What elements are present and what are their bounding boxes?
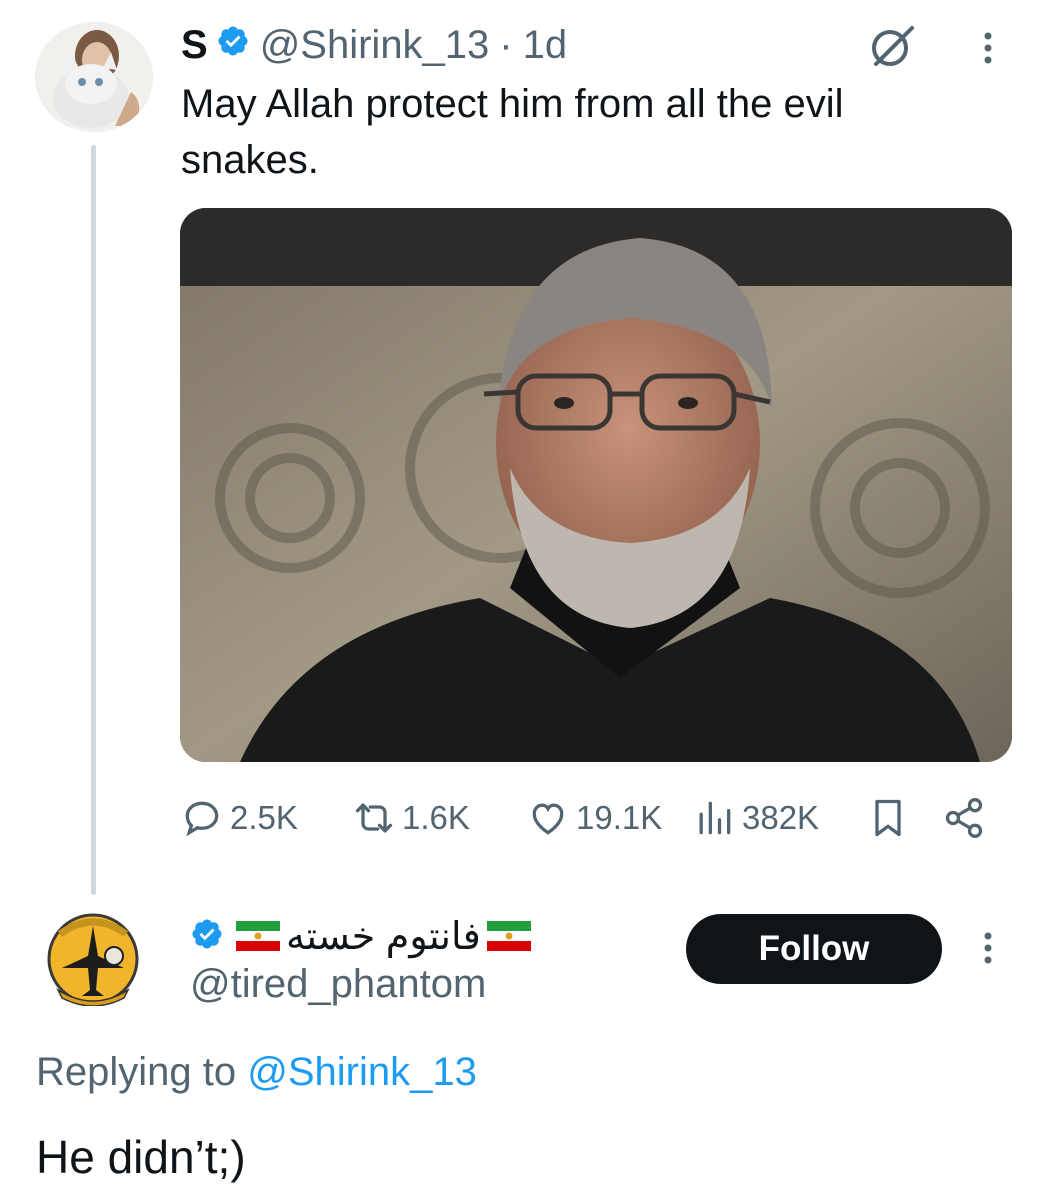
tweet-action-bar: 2.5K 1.6K 19.1K 382K <box>180 790 1000 846</box>
reply-action[interactable]: 2.5K <box>180 790 298 846</box>
bookmark-action[interactable] <box>866 790 916 846</box>
retweet-action[interactable]: 1.6K <box>352 790 470 846</box>
share-action[interactable] <box>942 790 992 846</box>
views-count: 382K <box>742 799 820 836</box>
avatar-tired-phantom[interactable] <box>46 912 140 1007</box>
replying-to-mention[interactable]: @Shirink_13 <box>247 1050 477 1094</box>
views-action[interactable]: 382K <box>692 790 819 846</box>
tweet-media-photo[interactable] <box>180 208 1012 762</box>
author-name[interactable]: S <box>181 23 208 68</box>
share-icon <box>945 798 983 838</box>
avatar-shirink[interactable] <box>35 22 153 132</box>
follow-button[interactable]: Follow <box>686 914 942 984</box>
reply-author-handle[interactable]: @tired_phantom <box>190 962 486 1007</box>
retweet-count: 1.6K <box>402 799 470 836</box>
like-icon <box>532 803 564 835</box>
tweet-text: May Allah protect him from all the evil … <box>181 82 844 182</box>
more-icon[interactable] <box>976 930 1000 970</box>
iran-flag-icon <box>236 921 280 951</box>
like-count: 19.1K <box>576 799 663 836</box>
thread-connector-line <box>91 145 96 895</box>
verified-badge-icon <box>190 917 224 956</box>
bookmark-icon <box>875 799 901 837</box>
phantom-squadron-badge-icon <box>47 913 139 1007</box>
reply-author-row: فانتوم خسته <box>190 910 533 962</box>
grok-icon[interactable] <box>866 20 918 72</box>
reply-author-name[interactable]: فانتوم خسته <box>286 914 481 959</box>
replying-to-line: Replying to @Shirink_13 <box>36 1050 477 1095</box>
tweet-thread: S @Shirink_13 · 1d May Allah protect him… <box>0 0 1047 1200</box>
tweet-timestamp[interactable]: 1d <box>523 23 568 68</box>
separator-dot: · <box>499 22 513 67</box>
iran-flag-icon <box>486 921 531 951</box>
more-icon[interactable] <box>976 30 1000 70</box>
verified-badge-icon <box>216 23 250 68</box>
author-handle[interactable]: @Shirink_13 <box>260 23 490 68</box>
like-action[interactable]: 19.1K <box>526 790 662 846</box>
reply-icon <box>185 801 219 837</box>
views-icon <box>699 801 731 835</box>
avatar-image <box>35 22 153 132</box>
tweet-header: S @Shirink_13 · 1d <box>181 20 567 70</box>
reply-count: 2.5K <box>230 799 298 836</box>
photo-portrait-image <box>180 208 1012 762</box>
replying-to-label: Replying to <box>36 1050 237 1094</box>
reply-text: He didn’t;) <box>36 1131 246 1183</box>
retweet-icon <box>355 803 393 833</box>
